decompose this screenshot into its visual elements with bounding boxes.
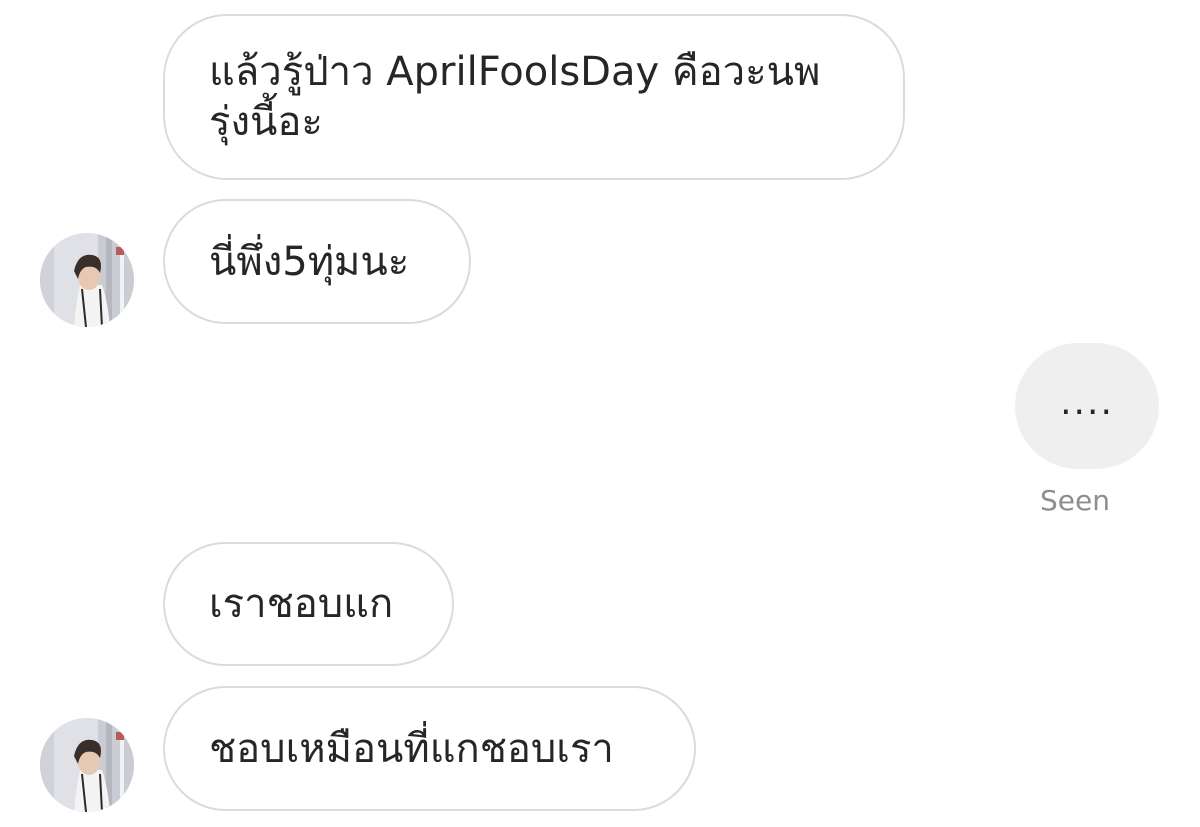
- message-text: เราชอบแก: [209, 581, 394, 627]
- sender-avatar[interactable]: [40, 718, 134, 812]
- profile-photo-icon: [40, 718, 134, 812]
- profile-photo-icon: [40, 233, 134, 327]
- incoming-message-bubble[interactable]: ชอบเหมือนที่แกชอบเรา: [163, 686, 696, 811]
- incoming-message-bubble[interactable]: แล้วรู้ป่าว AprilFoolsDay คือวะนพ รุ่งนี…: [163, 14, 905, 180]
- incoming-message-bubble[interactable]: เราชอบแก: [163, 542, 454, 666]
- message-text: นี่พึ่ง5ทุ่มนะ: [209, 238, 410, 285]
- chat-thread: แล้วรู้ป่าว AprilFoolsDay คือวะนพ รุ่งนี…: [0, 0, 1200, 827]
- sender-avatar[interactable]: [40, 233, 134, 327]
- outgoing-message-bubble[interactable]: ....: [1015, 343, 1159, 469]
- seen-status: Seen: [1040, 484, 1110, 517]
- incoming-message-bubble[interactable]: นี่พึ่ง5ทุ่มนะ: [163, 199, 471, 324]
- message-text: แล้วรู้ป่าว AprilFoolsDay คือวะนพ รุ่งนี…: [209, 49, 821, 145]
- message-text: ชอบเหมือนที่แกชอบเรา: [209, 725, 614, 772]
- message-text: ....: [1060, 381, 1114, 423]
